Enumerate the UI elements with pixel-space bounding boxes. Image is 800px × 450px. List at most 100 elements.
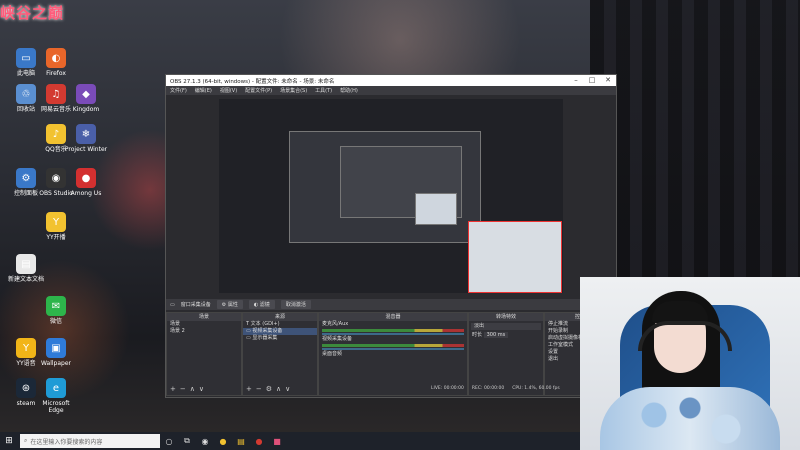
text-file-icon: ▤ <box>16 254 36 274</box>
obs-icon: ◉ <box>46 168 66 188</box>
yy-voice-icon: Y <box>16 338 36 358</box>
scene-item[interactable]: 场景 <box>167 321 241 328</box>
game-taskbar-icon[interactable]: ■ <box>268 432 286 450</box>
rec-status: REC: 00:00:00 <box>471 385 505 391</box>
desktop-icon[interactable]: ◆ Kingdom <box>64 84 108 113</box>
netease-taskbar-icon[interactable]: ● <box>250 432 268 450</box>
source-item[interactable]: T 文本 (GDI+) <box>243 321 317 328</box>
sources-header: 来源 <box>243 313 317 321</box>
streamer-jacket <box>600 387 780 450</box>
search-placeholder: 在这里输入你要搜索的内容 <box>30 438 103 446</box>
webcam-overlay <box>580 277 800 450</box>
control-panel-icon: ⚙ <box>16 168 36 188</box>
search-icon: ⌕ <box>24 437 28 444</box>
filters-button[interactable]: ◐ 滤镜 <box>248 300 275 309</box>
mixer-channel-label: 桌面音频 <box>322 351 343 357</box>
wallpaper-title: 峡谷之巅 <box>0 4 65 22</box>
steam-icon: ⊛ <box>16 378 36 398</box>
computer-icon: ▭ <box>16 48 36 68</box>
volume-meter <box>322 344 464 347</box>
cpu-status: CPU: 1.4%, 60.00 fps <box>512 385 560 391</box>
duration-input[interactable]: 300 ms <box>483 332 509 338</box>
transition-select[interactable]: 淡出 <box>471 323 541 330</box>
minimize-icon[interactable]: – <box>568 75 584 86</box>
desktop-icon[interactable]: Y YY开播 <box>34 212 78 241</box>
desktop-icon[interactable]: ♲ 回收站 <box>4 84 48 113</box>
duration-row: 时长 300 ms <box>469 332 543 339</box>
obs-taskbar-icon[interactable]: ◉ <box>196 432 214 450</box>
taskbar: ⊞ ⌕ 在这里输入你要搜索的内容 ○ ⧉ ◉ ● ▤ ● ■ <box>0 432 580 450</box>
headphones <box>638 321 732 351</box>
menu-tools[interactable]: 工具(T) <box>315 87 332 94</box>
scene-item[interactable]: 场景 2 <box>167 328 241 335</box>
desktop-icon[interactable]: ◐ Firefox <box>34 48 78 77</box>
properties-button[interactable]: ⚙ 属性 <box>216 300 243 309</box>
recycle-bin-icon: ♲ <box>16 84 36 104</box>
desktop-icon[interactable]: ❄ Project Winter <box>64 124 108 153</box>
desktop-icon[interactable]: ▤ 新建文本文档 <box>4 254 48 283</box>
taskbar-search-input[interactable]: ⌕ 在这里输入你要搜索的内容 <box>20 434 160 448</box>
source-item[interactable]: ▭ 视频采集设备 <box>243 328 317 335</box>
desktop-icon-label: YY开播 <box>46 234 66 241</box>
source-item[interactable]: ▭ 显示器采集 <box>243 335 317 342</box>
obs-source-toolbar: ▭ 窗口采集设备 ⚙ 属性 ◐ 滤镜 取消激活 <box>166 299 620 310</box>
menu-file[interactable]: 文件(F) <box>170 87 187 94</box>
yy-icon: Y <box>46 212 66 232</box>
streamer-bangs <box>652 301 708 323</box>
scenes-dock: 场景 场景 场景 2 +−∧∨ <box>166 312 242 396</box>
obs-preview-canvas[interactable] <box>219 99 563 293</box>
desktop-icon-label: 微信 <box>49 318 62 325</box>
scenes-header: 场景 <box>167 313 241 321</box>
selected-webcam-source[interactable] <box>468 221 562 293</box>
scenes-controls[interactable]: +−∧∨ <box>170 385 208 393</box>
desktop-icon-label: 回收站 <box>16 106 35 113</box>
cortana-icon[interactable]: ○ <box>160 432 178 450</box>
folder-icon[interactable]: ▤ <box>232 432 250 450</box>
obs-window[interactable]: OBS 27.1.3 (64-bit, windows) - 配置文件: 未命名… <box>165 74 620 398</box>
nested-webcam-preview <box>415 193 457 225</box>
deactivate-button[interactable]: 取消激活 <box>280 300 311 309</box>
desktop-icon[interactable]: ▣ Wallpaper <box>34 338 78 367</box>
desktop-icon-label: Firefox <box>46 70 66 77</box>
windows-start-icon[interactable]: ⊞ <box>0 432 18 450</box>
close-icon[interactable]: ✕ <box>600 75 616 86</box>
firefox-icon: ◐ <box>46 48 66 68</box>
volume-meter <box>322 329 464 332</box>
obs-title: OBS 27.1.3 (64-bit, windows) - 配置文件: 未命名… <box>170 78 335 85</box>
nested-obs-capture <box>289 131 481 243</box>
mixer-channel-label: 麦克风/Aux <box>322 321 349 327</box>
menu-scene-collection[interactable]: 场景集合(S) <box>280 87 307 94</box>
netease-music-icon: ♫ <box>46 84 66 104</box>
volume-slider[interactable] <box>322 333 464 335</box>
desktop-icon-label: 新建文本文档 <box>7 276 44 283</box>
wallpaper-icon: ▣ <box>46 338 66 358</box>
game-icon: ◆ <box>76 84 96 104</box>
menu-edit[interactable]: 编辑(E) <box>195 87 212 94</box>
desktop-icon[interactable]: ✉ 微信 <box>34 296 78 325</box>
sources-controls[interactable]: +−⚙∧∨ <box>246 385 294 393</box>
desktop-icon-label: Project Winter <box>64 146 108 153</box>
project-winter-icon: ❄ <box>76 124 96 144</box>
sources-dock: 来源 T 文本 (GDI+) ▭ 视频采集设备 ▭ 显示器采集 +−⚙∧∨ <box>242 312 318 396</box>
menu-profile[interactable]: 配置文件(P) <box>245 87 272 94</box>
menu-view[interactable]: 视图(V) <box>220 87 237 94</box>
transitions-header: 转场特效 <box>469 313 543 321</box>
desktop-icon[interactable]: e Microsoft Edge <box>34 378 78 414</box>
maximize-icon[interactable]: □ <box>584 75 600 86</box>
volume-slider[interactable] <box>322 348 464 350</box>
monitor-icon: ▭ <box>170 301 175 308</box>
source-toolbar-label: 窗口采集设备 <box>180 302 211 308</box>
desktop-icon-label: Among Us <box>70 190 102 197</box>
desktop-icon-label: Microsoft Edge <box>42 400 70 414</box>
qq-music-icon: ♪ <box>46 124 66 144</box>
menu-help[interactable]: 帮助(H) <box>340 87 358 94</box>
yy-taskbar-icon[interactable]: ● <box>214 432 232 450</box>
mixer-header: 混音器 <box>319 313 467 321</box>
task-view-icon[interactable]: ⧉ <box>178 432 196 450</box>
desktop-icon-label: Wallpaper <box>40 360 71 367</box>
desktop-icon[interactable]: ● Among Us <box>64 168 108 197</box>
obs-titlebar[interactable]: OBS 27.1.3 (64-bit, windows) - 配置文件: 未命名… <box>166 75 616 86</box>
edge-icon: e <box>46 378 66 398</box>
mixer-channel-label: 视频采集设备 <box>322 336 353 342</box>
background-curtain <box>590 0 800 300</box>
